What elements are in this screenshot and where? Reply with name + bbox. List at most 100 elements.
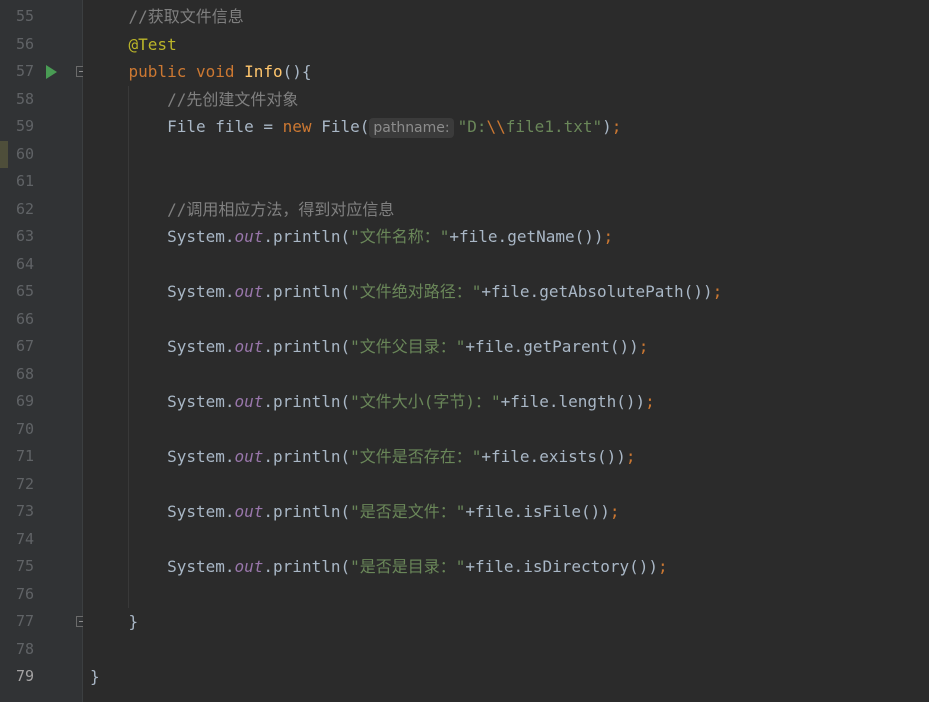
line-number: 70	[15, 419, 34, 438]
code-token: +file.getName())	[449, 227, 604, 246]
code-token: File(	[321, 117, 370, 136]
code-token: out	[234, 337, 264, 356]
code-token: System.	[90, 282, 235, 301]
line-number: 74	[15, 529, 34, 548]
line-number: 65	[15, 282, 34, 300]
line-number: 78	[15, 639, 34, 658]
line-number: 72	[15, 474, 34, 493]
code-token: ;	[645, 392, 655, 411]
code-token: +file.isDirectory())	[465, 557, 659, 576]
code-token: \\	[486, 117, 506, 136]
code-token: System.	[90, 227, 235, 246]
line-number: 56	[15, 34, 34, 53]
code-token: .println(	[263, 337, 351, 356]
code-token: .println(	[263, 557, 351, 576]
line-number: 57	[15, 62, 34, 80]
line-number: 59	[15, 117, 34, 135]
code-token: }	[90, 612, 139, 631]
parameter-hint: pathname:	[369, 118, 454, 138]
code-line[interactable]: //先创建文件对象	[90, 86, 298, 114]
code-token: ;	[611, 117, 622, 136]
line-number: 64	[15, 254, 34, 273]
code-token: //先创建文件对象	[90, 89, 299, 109]
code-token: System.	[90, 502, 235, 521]
line-number: 62	[15, 199, 34, 218]
code-line[interactable]: System.out.println("文件名称："+file.getName(…	[90, 223, 613, 251]
code-token: //调用相应方法，得到对应信息	[90, 199, 395, 219]
line-number: 79	[15, 667, 34, 685]
line-number: 58	[15, 89, 34, 108]
code-token: ;	[712, 282, 723, 301]
code-line[interactable]: public void Info(){	[90, 58, 312, 86]
code-token: "文件是否存在："	[350, 447, 482, 466]
code-line[interactable]: @Test	[90, 31, 177, 59]
code-token: File file =	[90, 117, 283, 136]
code-token: out	[234, 227, 264, 246]
code-line[interactable]: System.out.println("文件是否存在："+file.exists…	[90, 443, 636, 471]
line-number: 76	[15, 584, 34, 603]
code-token: )	[602, 117, 612, 136]
editor-gutter: 55 56 57 58 59 60 61 62 63 64 65 66 67 68 69 70 71 72 73 74…	[0, 0, 86, 702]
code-token: .println(	[263, 502, 351, 521]
code-token: //获取文件信息	[90, 7, 244, 26]
line-number: 77	[15, 612, 34, 630]
code-token: file1.txt"	[505, 117, 603, 136]
code-token: "文件名称："	[350, 227, 450, 246]
code-token: .println(	[263, 282, 351, 301]
code-line[interactable]: System.out.println("是否是文件："+file.isFile(…	[90, 498, 620, 526]
code-token: .println(	[263, 447, 351, 466]
code-token: out	[234, 557, 264, 576]
code-line[interactable]: System.out.println("是否是目录："+file.isDirec…	[90, 553, 668, 581]
line-number: 66	[15, 309, 34, 328]
code-token: "文件父目录："	[350, 337, 466, 356]
code-token: (){	[282, 62, 312, 81]
code-token: +file.getAbsolutePath())	[481, 282, 713, 301]
code-token: +file.length())	[500, 392, 646, 411]
code-token: "文件绝对路径："	[350, 282, 482, 301]
code-token: +file.isFile())	[465, 502, 610, 521]
code-line[interactable]: }	[90, 663, 100, 691]
code-token: new	[282, 117, 322, 136]
line-number: 69	[15, 392, 34, 410]
code-line[interactable]: System.out.println("文件绝对路径："+file.getAbs…	[90, 278, 722, 306]
change-marker[interactable]	[0, 140, 8, 168]
code-line[interactable]: File file = new File(pathname: "D:\\file1…	[90, 113, 621, 141]
code-token: public void	[128, 62, 245, 81]
code-token: "文件大小(字节)："	[350, 392, 501, 411]
run-gutter-icon[interactable]	[46, 65, 57, 79]
code-token: ;	[609, 502, 620, 521]
code-token: System.	[90, 392, 235, 411]
line-number: 63	[15, 227, 34, 245]
line-number: 67	[15, 337, 34, 355]
code-token: "D:	[457, 117, 487, 136]
code-line[interactable]: //获取文件信息	[90, 3, 244, 31]
code-line[interactable]: System.out.println("文件父目录："+file.getPare…	[90, 333, 648, 361]
code-line[interactable]: System.out.println("文件大小(字节)："+file.leng…	[90, 388, 655, 416]
code-token: .println(	[263, 392, 351, 411]
code-token: out	[234, 447, 264, 466]
code-token: "是否是文件："	[350, 502, 466, 521]
line-number: 61	[15, 172, 34, 190]
code-line[interactable]: }	[90, 608, 139, 636]
code-token: ;	[625, 447, 636, 466]
line-number: 68	[15, 364, 34, 383]
code-token: +file.getParent())	[465, 337, 639, 356]
code-token: .println(	[263, 227, 351, 246]
line-number: 73	[15, 502, 34, 520]
code-token: Info	[244, 62, 283, 81]
code-token: ;	[603, 227, 614, 246]
line-number: 75	[15, 557, 34, 575]
code-token: System.	[90, 337, 235, 356]
code-editor[interactable]: //获取文件信息 @Test public void Info(){ //先创建…	[83, 0, 929, 702]
code-token: out	[234, 392, 264, 411]
code-token: +file.exists())	[481, 447, 626, 466]
code-token: }	[90, 667, 100, 686]
code-token: "是否是目录："	[350, 557, 466, 576]
line-number: 55	[15, 7, 34, 25]
code-token: System.	[90, 447, 235, 466]
code-line[interactable]: //调用相应方法，得到对应信息	[90, 196, 394, 224]
code-token: System.	[90, 557, 235, 576]
line-number: 71	[15, 447, 34, 465]
